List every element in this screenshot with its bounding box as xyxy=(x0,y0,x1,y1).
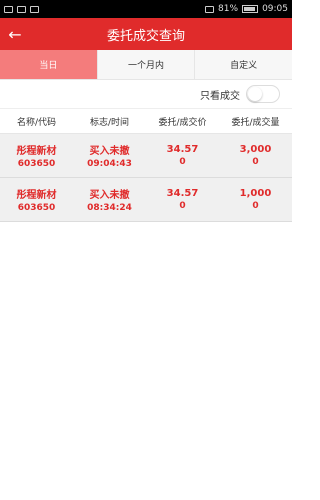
cell-quantity: 3,000 0 xyxy=(219,144,292,167)
cell-price: 34.57 0 xyxy=(146,188,219,211)
table-row[interactable]: 彤程新材 603650 买入未撤 08:34:24 34.57 0 1,000 … xyxy=(0,178,292,222)
filter-row: 只看成交 xyxy=(0,80,292,108)
table-row[interactable]: 彤程新材 603650 买入未撤 09:04:43 34.57 0 3,000 … xyxy=(0,134,292,178)
arrow-left-icon: ← xyxy=(8,24,22,44)
order-price: 34.57 xyxy=(166,188,199,199)
app-header: ← 委托成交查询 xyxy=(0,18,292,50)
order-time: 08:34:24 xyxy=(87,203,132,213)
table-header: 名称/代码 标志/时间 委托/成交价 委托/成交量 xyxy=(0,108,292,134)
deal-qty: 0 xyxy=(252,157,259,167)
col-quantity: 委托/成交量 xyxy=(231,117,280,128)
notification-icon xyxy=(4,5,13,13)
cell-price: 34.57 0 xyxy=(146,144,219,167)
deal-qty: 0 xyxy=(252,201,259,211)
message-icon xyxy=(17,5,26,13)
order-flag: 买入未撤 xyxy=(89,146,130,157)
deal-only-toggle[interactable] xyxy=(246,85,280,103)
app-icon xyxy=(30,5,39,13)
filter-label: 只看成交 xyxy=(200,90,240,102)
tab-today[interactable]: 当日 xyxy=(0,50,97,79)
stock-name: 彤程新材 xyxy=(16,146,57,157)
cell-name-code: 彤程新材 603650 xyxy=(0,142,73,169)
empty-area xyxy=(0,226,292,500)
stock-name: 彤程新材 xyxy=(16,190,57,201)
back-button[interactable]: ← xyxy=(0,18,30,50)
tab-bar: 当日 一个月内 自定义 xyxy=(0,50,293,80)
col-flag-time: 标志/时间 xyxy=(89,117,130,128)
toggle-knob xyxy=(248,87,262,101)
order-flag: 买入未撤 xyxy=(89,190,130,201)
tab-custom[interactable]: 自定义 xyxy=(194,50,293,79)
order-price: 34.57 xyxy=(166,144,199,155)
stock-code: 603650 xyxy=(17,159,56,169)
signal-icon xyxy=(205,5,215,13)
col-price: 委托/成交价 xyxy=(158,117,207,128)
order-qty: 3,000 xyxy=(239,144,272,155)
status-bar: 81% 09:05 xyxy=(0,0,292,18)
page-title: 委托成交查询 xyxy=(106,28,185,44)
status-right: 81% 09:05 xyxy=(205,4,288,14)
battery-icon xyxy=(242,5,259,13)
deal-price: 0 xyxy=(179,201,186,211)
clock-text: 09:05 xyxy=(262,4,288,14)
status-left xyxy=(4,5,39,13)
order-time: 09:04:43 xyxy=(87,159,132,169)
stock-code: 603650 xyxy=(17,203,56,213)
battery-text: 81% xyxy=(218,4,239,14)
order-qty: 1,000 xyxy=(239,188,272,199)
col-name-code: 名称/代码 xyxy=(16,117,57,128)
cell-flag-time: 买入未撤 08:34:24 xyxy=(73,186,146,213)
cell-name-code: 彤程新材 603650 xyxy=(0,186,73,213)
deal-price: 0 xyxy=(179,157,186,167)
cell-quantity: 1,000 0 xyxy=(219,188,292,211)
tab-one-month[interactable]: 一个月内 xyxy=(96,50,195,79)
cell-flag-time: 买入未撤 09:04:43 xyxy=(73,142,146,169)
